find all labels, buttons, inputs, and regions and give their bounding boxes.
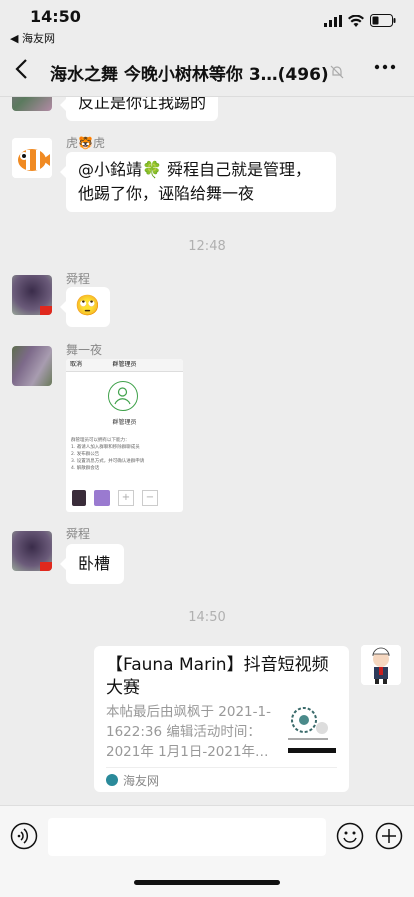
flag-badge: [40, 306, 52, 315]
avatar[interactable]: [361, 645, 401, 685]
plus-icon[interactable]: [375, 822, 403, 854]
screenshot-role: 群管理员: [112, 419, 137, 426]
link-title: 【Fauna Marin】抖音短视频大赛: [106, 655, 329, 698]
mute-bell-icon: [330, 64, 344, 83]
image-message[interactable]: 取消 群管理员 群管理员 群管理员可以拥有以下能力： 1. 邀请人加入群聊和移除…: [66, 359, 183, 512]
message-text: @小銘靖🍀 舜程自己就是管理，他踢了你，诬陷给舞一夜: [78, 160, 312, 203]
emoji-icon[interactable]: [336, 822, 364, 854]
message-bubble[interactable]: @小銘靖🍀 舜程自己就是管理，他踢了你，诬陷给舞一夜: [60, 152, 336, 212]
sender-name: 舜程: [66, 527, 91, 541]
link-source: 海友网: [123, 774, 160, 788]
avatar[interactable]: [12, 138, 52, 178]
status-bar: 14:50 ◀ 海友网: [0, 0, 414, 46]
link-thumbnail: [284, 702, 336, 754]
back-chevron-icon[interactable]: [14, 58, 28, 84]
chat-title: 海水之舞 今晚小树林等你 3…(496): [50, 65, 329, 85]
back-to-app-link[interactable]: ◀ 海友网: [10, 30, 55, 46]
chat-header: 海水之舞 今晚小树林等你 3…(496): [0, 46, 414, 97]
message-list[interactable]: 反正是你让我踢的 虎🐯虎 @小銘靖🍀 舜程自己就是管理，他踢了你，诬陷给舞一夜 …: [0, 97, 414, 805]
screenshot-lines: 群管理员可以拥有以下能力： 1. 邀请人加入群聊和移除群聊成员 2. 发布群公告…: [71, 438, 145, 471]
battery-icon: [370, 14, 396, 27]
admin-icon: [108, 381, 138, 411]
timestamp: 12:48: [188, 239, 226, 254]
voice-input-icon[interactable]: [10, 822, 38, 854]
message-text: 卧槽: [78, 554, 111, 573]
message-bubble[interactable]: 反正是你让我踢的: [59, 97, 219, 121]
message-input[interactable]: [48, 818, 326, 856]
home-indicator[interactable]: [134, 880, 280, 885]
screenshot-header: 取消 群管理员: [66, 359, 183, 372]
member-avatars: + −: [72, 490, 158, 506]
wifi-icon: [348, 14, 364, 27]
sender-name: 虎🐯虎: [66, 136, 105, 150]
message-text: 反正是你让我踢的: [78, 97, 207, 112]
signal-icon: [324, 14, 342, 27]
message-bubble[interactable]: 🙄: [60, 287, 110, 327]
status-icons: [324, 14, 396, 27]
cartoon-avatar-icon: [361, 645, 401, 685]
link-card[interactable]: 【Fauna Marin】抖音短视频大赛 本帖最后由飒枫于 2021-1-162…: [94, 646, 349, 792]
link-divider: [106, 767, 337, 768]
message-bubble[interactable]: 卧槽: [60, 544, 124, 584]
source-logo-icon: [106, 774, 118, 786]
avatar[interactable]: [12, 275, 52, 315]
avatar[interactable]: [12, 531, 52, 571]
flag-badge: [40, 562, 52, 571]
avatar[interactable]: [12, 346, 52, 386]
emoji-message: 🙄: [75, 293, 100, 317]
avatar[interactable]: [12, 97, 52, 111]
timestamp: 14:50: [188, 610, 226, 625]
status-time: 14:50: [30, 7, 81, 26]
more-options-icon[interactable]: [374, 56, 396, 84]
sender-name: 舞一夜: [66, 343, 103, 357]
sender-name: 舜程: [66, 272, 91, 286]
link-description: 本帖最后由飒枫于 2021-1-1622:36 编辑活动时间：2021年 1月1…: [106, 704, 271, 760]
clownfish-avatar-icon: [12, 138, 52, 178]
